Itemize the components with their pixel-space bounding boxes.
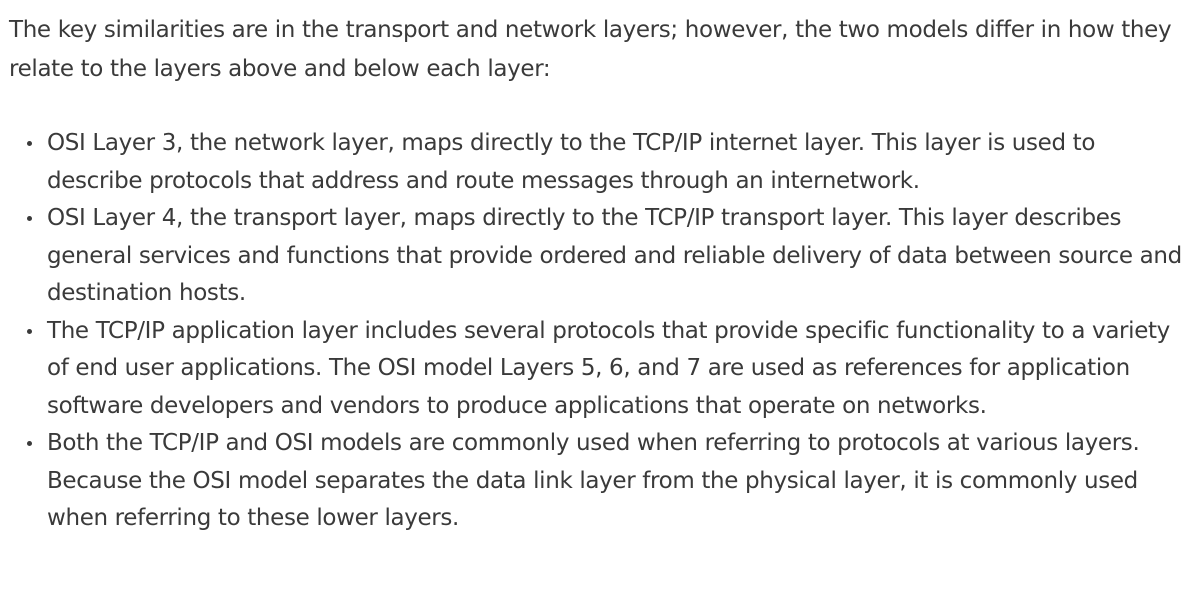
document-content: The key similarities are in the transpor… <box>0 0 1186 599</box>
list-item: OSI Layer 3, the network layer, maps dir… <box>9 125 1186 200</box>
list-item-text: OSI Layer 4, the transport layer, maps d… <box>47 205 1182 306</box>
list-item: The TCP/IP application layer includes se… <box>9 313 1186 426</box>
list-item-text: OSI Layer 3, the network layer, maps dir… <box>47 130 1096 194</box>
bullet-icon <box>27 441 32 446</box>
list-item-text: Both the TCP/IP and OSI models are commo… <box>47 430 1140 531</box>
bullet-icon <box>27 216 32 221</box>
list-item: OSI Layer 4, the transport layer, maps d… <box>9 200 1186 313</box>
bullet-icon <box>27 141 32 146</box>
bullet-list: OSI Layer 3, the network layer, maps dir… <box>9 125 1186 538</box>
bullet-icon <box>27 328 32 334</box>
intro-paragraph: The key similarities are in the transpor… <box>9 17 1172 82</box>
list-item: Both the TCP/IP and OSI models are commo… <box>9 425 1186 538</box>
list-item-text: The TCP/IP application layer includes se… <box>47 317 1170 419</box>
